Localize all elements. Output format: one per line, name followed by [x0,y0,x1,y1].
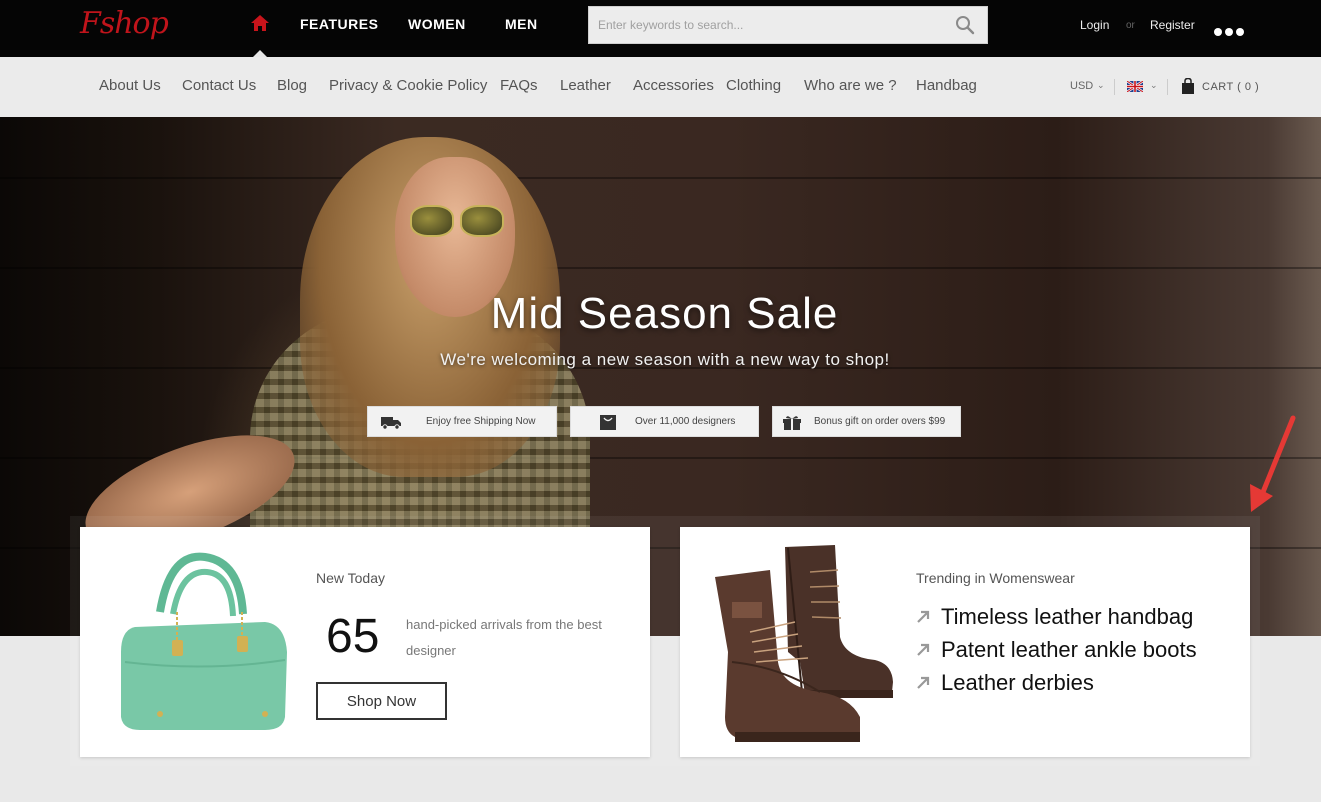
divider [1114,79,1115,95]
new-today-heading: New Today [316,570,386,586]
trending-item-label: Timeless leather handbag [941,604,1194,629]
nav-women[interactable]: WOMEN [408,16,466,32]
divider [1167,79,1168,95]
nav-features[interactable]: FEATURES [300,16,378,32]
login-register-separator: or [1126,20,1135,31]
trending-item-label: Leather derbies [941,670,1094,695]
sunglasses-left [410,205,454,237]
login-link[interactable]: Login [1080,18,1109,32]
shopping-bag-icon[interactable] [1181,78,1195,94]
subnav-faqs[interactable]: FAQs [500,77,538,94]
register-link[interactable]: Register [1150,18,1195,32]
badge-free-shipping[interactable]: Enjoy free Shipping Now [367,406,557,437]
new-arrivals-count: 65 [326,610,380,663]
subnav-leather[interactable]: Leather [560,77,611,94]
badge-designers[interactable]: Over 11,000 designers [570,406,759,437]
gift-icon [783,416,801,430]
currency-selector[interactable]: USD [1070,80,1093,92]
arrow-up-right-icon [917,676,930,689]
new-arrivals-description: hand-picked arrivals from the best desig… [406,617,602,658]
subnav-contact-us[interactable]: Contact Us [182,77,256,94]
wood-plank-line [0,267,1321,269]
search-input[interactable] [589,7,949,43]
trending-heading: Trending in Womenswear [916,570,1075,586]
green-handbag-image[interactable] [115,552,290,734]
top-bar: Fshop FEATURES WOMEN MEN Login or Regist… [0,0,1321,57]
arrow-up-right-icon [917,610,930,623]
chevron-down-icon[interactable]: ⌄ [1150,81,1158,91]
promo-card-new-today: New Today 65 hand-picked arrivals from t… [80,527,650,757]
site-logo[interactable]: Fshop [80,6,169,41]
arrow-up-right-icon [917,643,930,656]
sunglasses-right [460,205,504,237]
subnav-handbag[interactable]: Handbag [916,77,977,94]
search-icon[interactable] [955,15,975,35]
badge-label: Bonus gift on order overs $99 [814,416,946,427]
leather-boots-image[interactable] [710,542,895,742]
search-box [588,6,988,44]
home-active-caret [253,50,267,57]
uk-flag-icon[interactable] [1127,81,1143,92]
hero-subtitle: We're welcoming a new season with a new … [440,350,890,369]
subnav-who-are-we[interactable]: Who are we ? [804,77,897,94]
trending-item[interactable]: Leather derbies [916,666,1197,699]
more-menu-icon[interactable] [1214,21,1247,40]
cart-link[interactable]: CART ( 0 ) [1202,81,1259,93]
subnav-blog[interactable]: Blog [277,77,307,94]
trending-list: Timeless leather handbag Patent leather … [916,600,1197,699]
subnav-accessories[interactable]: Accessories [633,77,714,94]
secondary-nav: About Us Contact Us Blog Privacy & Cooki… [0,57,1321,117]
annotation-arrow-icon [1250,415,1296,512]
subnav-clothing[interactable]: Clothing [726,77,781,94]
badge-label: Over 11,000 designers [635,416,736,427]
trending-item-label: Patent leather ankle boots [941,637,1197,662]
shop-now-button[interactable]: Shop Now [316,682,447,720]
hero-title: Mid Season Sale [490,289,839,338]
wood-plank-line [0,177,1321,179]
badge-label: Enjoy free Shipping Now [426,416,536,427]
badge-bonus-gift[interactable]: Bonus gift on order overs $99 [772,406,961,437]
chevron-down-icon[interactable]: ⌄ [1097,81,1105,91]
bag-icon [600,415,616,430]
subnav-privacy[interactable]: Privacy & Cookie Policy [329,77,487,94]
home-icon[interactable] [250,14,270,32]
subnav-about-us[interactable]: About Us [99,77,161,94]
promo-card-trending: Trending in Womenswear Timeless leather … [680,527,1250,757]
trending-item[interactable]: Timeless leather handbag [916,600,1197,633]
trending-item[interactable]: Patent leather ankle boots [916,633,1197,666]
truck-icon [381,417,401,430]
nav-men[interactable]: MEN [505,16,538,32]
